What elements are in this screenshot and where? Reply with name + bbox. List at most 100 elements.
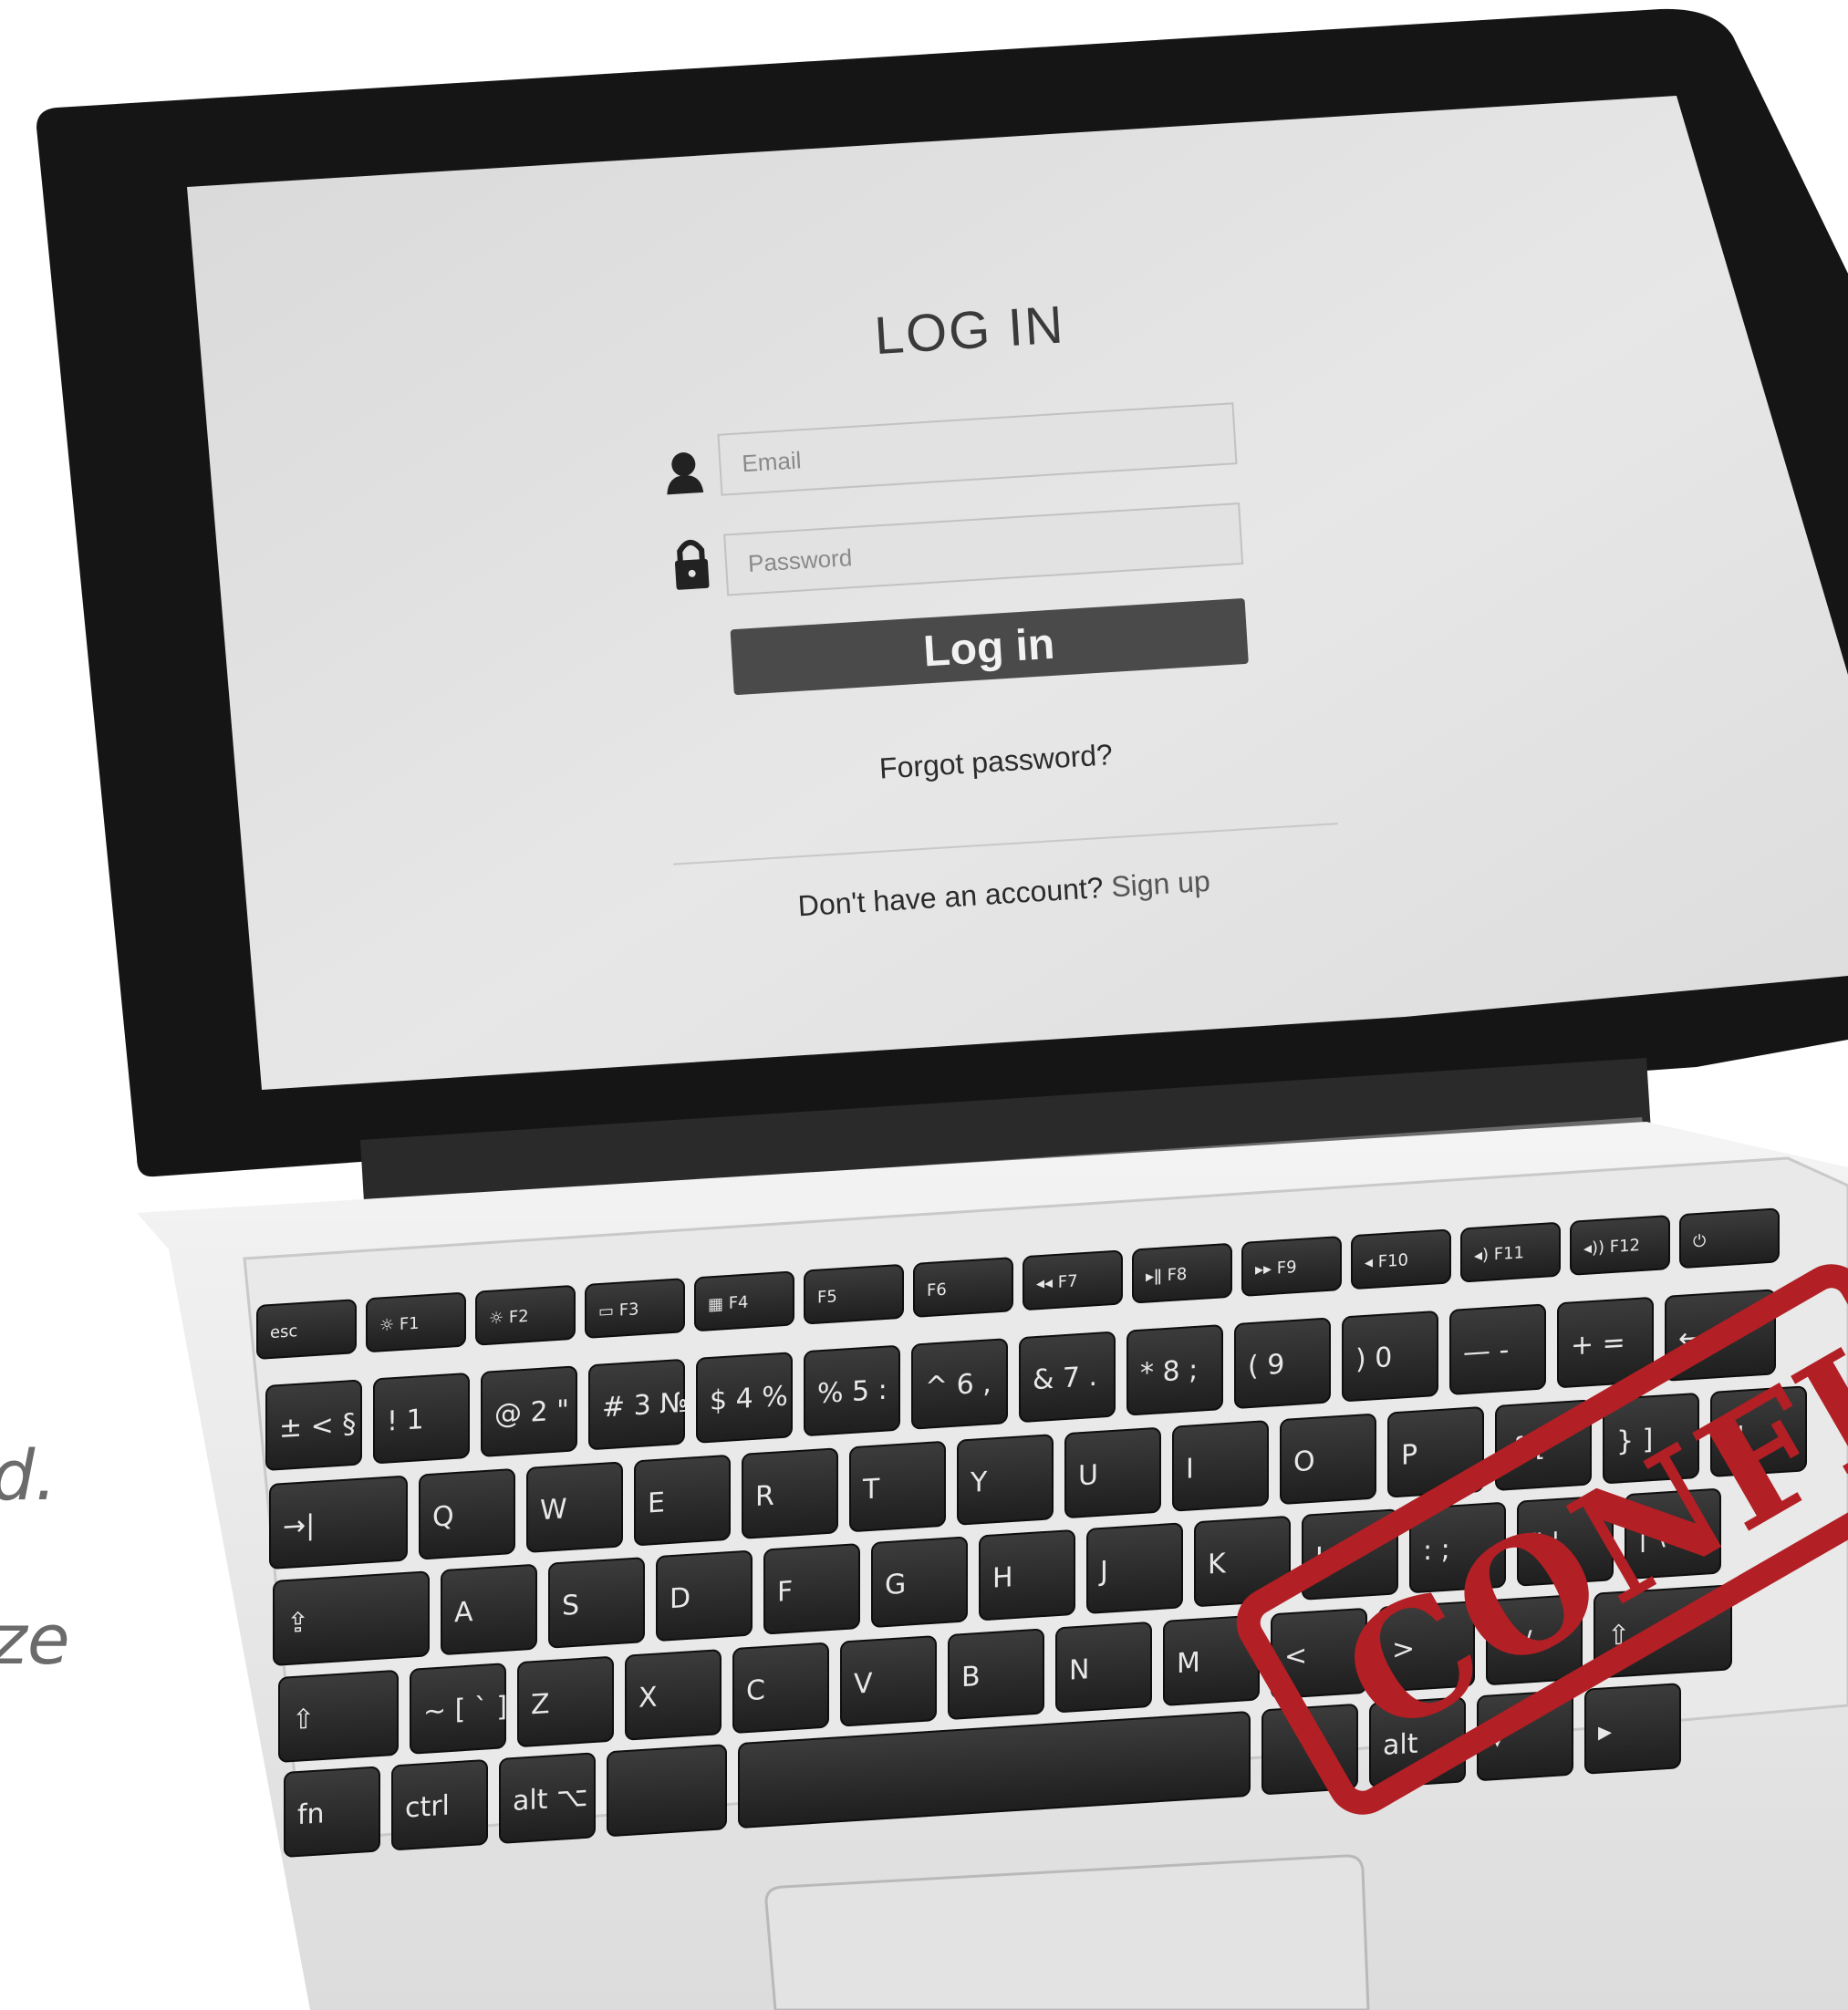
key-top-row-8[interactable]: I bbox=[1172, 1420, 1269, 1512]
key-label: ⏻ bbox=[1693, 1231, 1706, 1251]
key-label: @ 2 " bbox=[494, 1394, 569, 1431]
key-fn-row-9[interactable]: ▸▸ F9 bbox=[1241, 1236, 1342, 1297]
key-fn-row-10[interactable]: ◂ F10 bbox=[1351, 1228, 1451, 1290]
key-top-row-6[interactable]: Y bbox=[957, 1434, 1054, 1526]
key-label: ⇧ bbox=[292, 1704, 315, 1737]
key-fn-row-5[interactable]: F5 bbox=[804, 1264, 904, 1325]
key-label: F5 bbox=[817, 1287, 837, 1307]
key-label: fn bbox=[297, 1798, 325, 1831]
key-num-row-10[interactable]: ) 0 bbox=[1342, 1311, 1438, 1402]
key-fn-row-7[interactable]: ◂◂ F7 bbox=[1023, 1249, 1123, 1311]
key-fn-row-11[interactable]: ◂) F11 bbox=[1460, 1222, 1561, 1282]
screen bbox=[187, 96, 1848, 1090]
key-bottom-row-3[interactable]: X bbox=[625, 1649, 722, 1741]
key-label: F bbox=[777, 1576, 793, 1609]
key-num-row-6[interactable]: ^ 6 , bbox=[911, 1338, 1008, 1430]
key-label: ▸ bbox=[1598, 1715, 1612, 1748]
key-home-row-7[interactable]: J bbox=[1086, 1522, 1183, 1614]
key-label: S bbox=[562, 1590, 579, 1622]
key-num-row-1[interactable]: ! 1 bbox=[373, 1373, 470, 1464]
key-bottom-row-4[interactable]: C bbox=[732, 1642, 829, 1734]
login-title: LOG IN bbox=[873, 295, 1066, 366]
key-fn-row-8[interactable]: ▸ǁ F8 bbox=[1132, 1243, 1232, 1304]
key-fn-row-1[interactable]: ☼ F1 bbox=[366, 1292, 466, 1352]
key-label: & 7 . bbox=[1033, 1361, 1097, 1396]
key-label: ▦ F4 bbox=[708, 1293, 749, 1315]
laptop-lid bbox=[36, 8, 1848, 1217]
key-label: + = bbox=[1571, 1327, 1625, 1362]
key-top-row-2[interactable]: W bbox=[526, 1461, 623, 1553]
key-label: E bbox=[648, 1487, 665, 1519]
key-fn-row-13[interactable]: ⏻ bbox=[1679, 1207, 1780, 1269]
key-top-row-4[interactable]: R bbox=[742, 1447, 838, 1539]
key-fn-row-3[interactable]: ▭ F3 bbox=[585, 1278, 685, 1339]
key-label: ! 1 bbox=[387, 1404, 424, 1438]
key-bottom-row-1[interactable]: ~ [ ` ] bbox=[410, 1663, 507, 1755]
key-num-row-9[interactable]: ( 9 bbox=[1234, 1318, 1331, 1409]
key-num-row-2[interactable]: @ 2 " bbox=[481, 1365, 577, 1457]
key-num-row-3[interactable]: # 3 № bbox=[588, 1359, 688, 1450]
key-label: * 8 ; bbox=[1140, 1354, 1198, 1390]
key-label: Z bbox=[531, 1688, 550, 1721]
key-label: ☼ F1 bbox=[379, 1314, 420, 1336]
key-label: ^ 6 , bbox=[925, 1367, 991, 1404]
side-text-line-1: d. bbox=[0, 1435, 57, 1516]
key-label: ctrl bbox=[405, 1790, 450, 1825]
key-label: ⇪ bbox=[286, 1607, 309, 1641]
key-bottom-row-6[interactable]: B bbox=[948, 1629, 1044, 1720]
key-home-row-5[interactable]: G bbox=[871, 1537, 968, 1628]
key-label: G bbox=[885, 1569, 906, 1601]
key-label: T bbox=[862, 1473, 880, 1506]
key-home-row-6[interactable]: H bbox=[979, 1529, 1075, 1621]
key-num-row-7[interactable]: & 7 . bbox=[1019, 1331, 1116, 1423]
key-home-row-0[interactable]: ⇪ bbox=[273, 1570, 430, 1666]
key-space-row-3[interactable] bbox=[607, 1744, 727, 1837]
key-label: ▸▸ F9 bbox=[1255, 1258, 1297, 1280]
key-top-row-0[interactable]: →| bbox=[269, 1476, 408, 1570]
key-space-row-1[interactable]: ctrl bbox=[391, 1759, 488, 1850]
key-fn-row-6[interactable]: F6 bbox=[913, 1257, 1013, 1318]
key-label: N bbox=[1069, 1653, 1089, 1686]
key-label: esc bbox=[270, 1321, 297, 1342]
key-label: # 3 № bbox=[602, 1387, 688, 1425]
key-label: U bbox=[1078, 1459, 1098, 1492]
key-label: ◂) F11 bbox=[1474, 1243, 1524, 1265]
key-label: ) 0 bbox=[1355, 1342, 1392, 1376]
key-label: ( 9 bbox=[1248, 1349, 1284, 1383]
key-bottom-row-0[interactable]: ⇧ bbox=[278, 1670, 399, 1763]
key-bottom-row-5[interactable]: V bbox=[840, 1635, 937, 1727]
key-fn-row-12[interactable]: ◂)) F12 bbox=[1570, 1215, 1670, 1276]
key-label: ~ [ ` ] bbox=[423, 1691, 507, 1728]
key-bottom-row-2[interactable]: Z bbox=[517, 1656, 614, 1747]
key-label: C bbox=[746, 1674, 765, 1707]
key-label: ◂)) F12 bbox=[1583, 1236, 1640, 1259]
key-home-row-4[interactable]: F bbox=[763, 1543, 860, 1635]
key-top-row-3[interactable]: E bbox=[634, 1455, 731, 1546]
key-top-row-7[interactable]: U bbox=[1064, 1427, 1161, 1518]
key-top-row-1[interactable]: Q bbox=[419, 1468, 515, 1559]
key-top-row-5[interactable]: T bbox=[849, 1441, 946, 1532]
key-label: D bbox=[670, 1582, 690, 1615]
key-label: H bbox=[992, 1561, 1013, 1594]
login-button-label: Log in bbox=[922, 620, 1056, 677]
key-top-row-9[interactable]: O bbox=[1280, 1414, 1376, 1505]
key-home-row-2[interactable]: S bbox=[548, 1557, 645, 1649]
key-label: →| bbox=[283, 1509, 315, 1543]
key-fn-row-0[interactable]: esc bbox=[256, 1299, 357, 1360]
key-num-row-11[interactable]: — - bbox=[1449, 1303, 1546, 1395]
key-label: — - bbox=[1463, 1334, 1509, 1369]
signup-link[interactable]: Sign up bbox=[1110, 865, 1211, 904]
key-bottom-row-7[interactable]: N bbox=[1055, 1621, 1152, 1713]
key-space-row-8[interactable]: ▸ bbox=[1584, 1683, 1681, 1775]
key-num-row-8[interactable]: * 8 ; bbox=[1126, 1324, 1223, 1416]
key-space-row-0[interactable]: fn bbox=[284, 1767, 380, 1858]
key-home-row-1[interactable]: A bbox=[441, 1564, 537, 1655]
key-label: ◂◂ F7 bbox=[1036, 1271, 1078, 1293]
key-num-row-5[interactable]: % 5 : bbox=[804, 1345, 900, 1436]
key-space-row-2[interactable]: alt ⌥ bbox=[499, 1752, 596, 1844]
key-label: R bbox=[755, 1480, 774, 1513]
key-num-row-4[interactable]: $ 4 % bbox=[696, 1352, 793, 1444]
key-fn-row-4[interactable]: ▦ F4 bbox=[694, 1271, 794, 1331]
key-home-row-3[interactable]: D bbox=[656, 1550, 753, 1642]
key-fn-row-2[interactable]: ☼ F2 bbox=[475, 1285, 576, 1346]
